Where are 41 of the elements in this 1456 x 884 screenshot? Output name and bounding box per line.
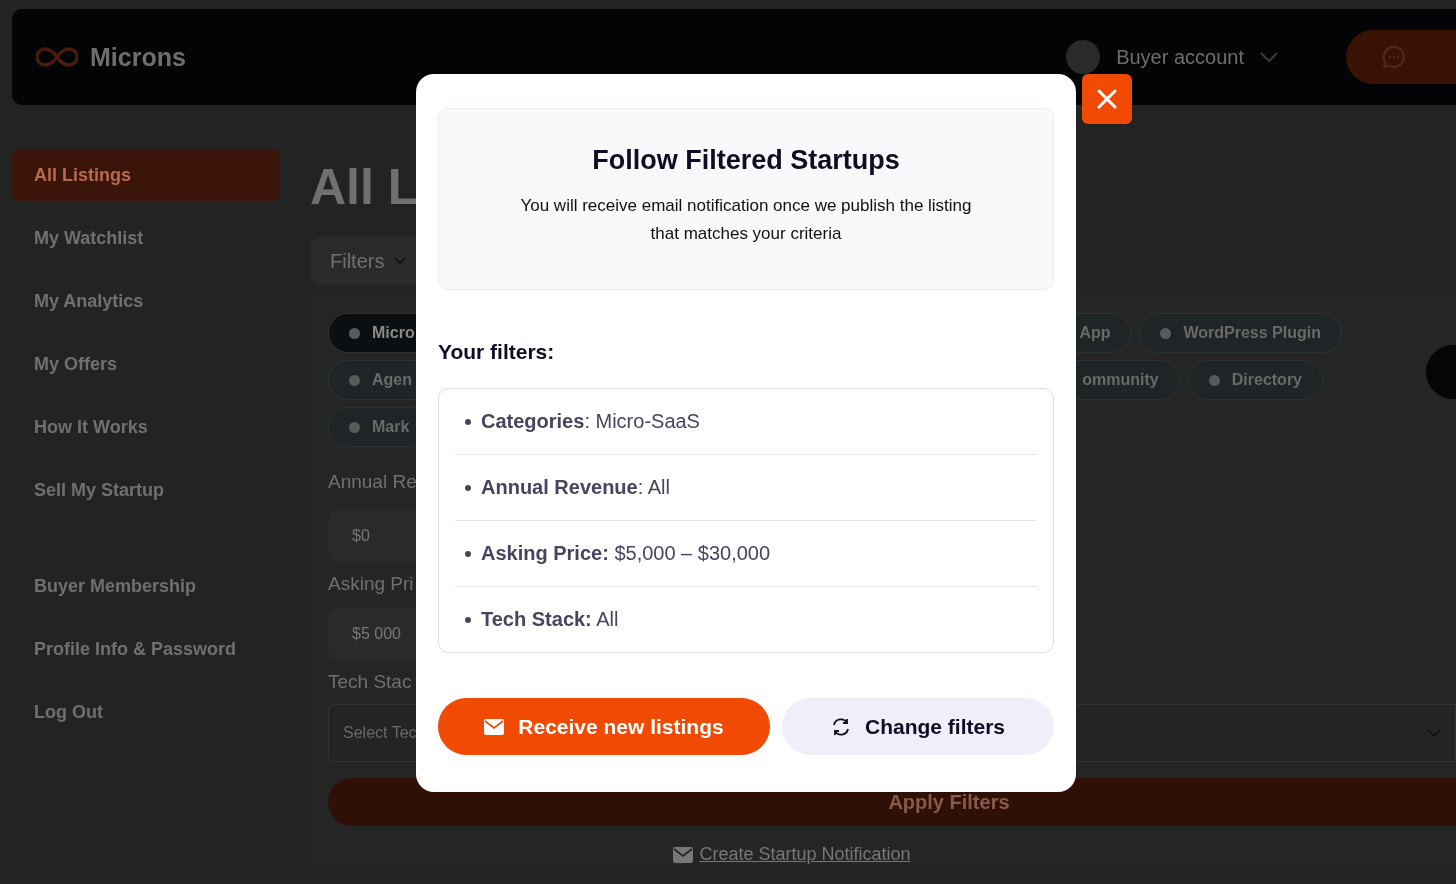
category-chip[interactable]: Directory bbox=[1187, 360, 1323, 400]
modal-title: Follow Filtered Startups bbox=[592, 145, 900, 176]
filter-summary: Annual Revenue: All bbox=[481, 476, 670, 499]
field-label: Asking Pri bbox=[328, 572, 414, 596]
sidebar-item[interactable]: Profile Info & Password bbox=[12, 623, 280, 675]
refresh-icon bbox=[831, 716, 851, 737]
chevron-down-icon[interactable] bbox=[1260, 52, 1278, 62]
account-menu[interactable]: Buyer account bbox=[1116, 45, 1244, 69]
sidebar-item[interactable]: How It Works bbox=[12, 401, 280, 453]
sidebar-item[interactable]: My Offers bbox=[12, 338, 280, 390]
filter-summary: Categories: Micro-SaaS bbox=[481, 410, 700, 433]
category-chip[interactable]: WordPress Plugin bbox=[1139, 313, 1342, 353]
page-heading: All L bbox=[310, 158, 419, 217]
sidebar-item[interactable]: Buyer Membership bbox=[12, 560, 280, 612]
sidebar-item[interactable]: Sell My Startup bbox=[12, 464, 280, 516]
brand-name: Microns bbox=[90, 42, 186, 72]
avatar[interactable] bbox=[1066, 40, 1101, 74]
create-notification-link[interactable]: Create Startup Notification bbox=[699, 844, 911, 865]
envelope-icon bbox=[484, 718, 505, 735]
field-label: Annual Re bbox=[328, 470, 417, 494]
sidebar-item[interactable]: All Listings bbox=[12, 149, 280, 201]
bullet-icon bbox=[465, 418, 471, 425]
sidebar-item[interactable]: Log Out bbox=[12, 686, 280, 738]
modal-description: You will receive email notification once we publish the listing that matches your criteria bbox=[519, 195, 973, 245]
sidebar-item[interactable]: My Watchlist bbox=[12, 212, 280, 264]
close-button[interactable] bbox=[1082, 74, 1132, 124]
field-label: Tech Stac bbox=[328, 670, 412, 694]
change-filters-button[interactable]: Change filters bbox=[782, 698, 1054, 755]
chat-bubble-icon bbox=[1382, 45, 1406, 69]
bullet-icon bbox=[465, 550, 471, 557]
filter-summary: Asking Price: $5,000 – $30,000 bbox=[481, 542, 771, 565]
chevron-down-icon bbox=[394, 257, 407, 265]
chat-button[interactable] bbox=[1346, 30, 1456, 84]
infinity-logo-icon bbox=[36, 45, 78, 69]
section-heading: Your filters: bbox=[438, 340, 556, 364]
sidebar-item[interactable]: My Analytics bbox=[12, 275, 280, 327]
close-icon bbox=[1096, 88, 1118, 110]
bullet-icon bbox=[465, 484, 471, 491]
filter-summary: Tech Stack: All bbox=[481, 608, 619, 631]
receive-listings-button[interactable]: Receive new listings bbox=[438, 698, 770, 755]
bullet-icon bbox=[465, 616, 471, 623]
